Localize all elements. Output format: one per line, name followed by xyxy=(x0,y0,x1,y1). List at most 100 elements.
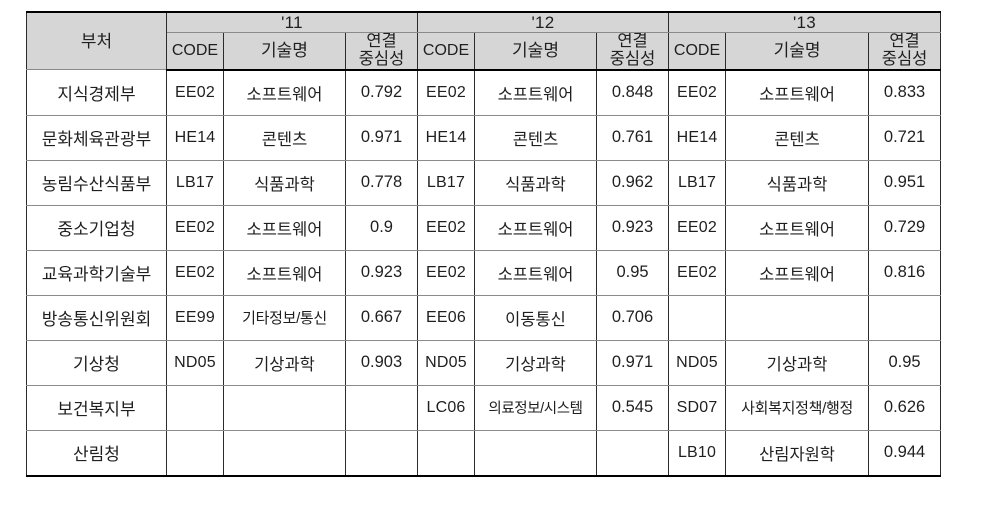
cell-code-2012: EE02 xyxy=(417,204,476,251)
ministry-technology-centrality-table: 부처 '11 '12 '13 CODE 기술명 연결 중심성 CODE 기술명 … xyxy=(26,11,942,477)
cell-department: 중소기업청 xyxy=(26,204,167,251)
cell-tech-2013: 사회복지정책/행정 xyxy=(725,384,870,431)
cell-tech-2013: 산림자원학 xyxy=(725,429,870,477)
cell-code-2013: EE02 xyxy=(668,69,727,116)
table-row: 보건복지부 LC06 의료정보/시스템 0.545 SD07 사회복지정책/행정… xyxy=(26,384,942,431)
cell-code-2013: ND05 xyxy=(668,339,727,386)
cell-centrality-2013: 0.816 xyxy=(868,249,942,296)
table-row: 방송통신위원회 EE99 기타정보/통신 0.667 EE06 이동통신 0.7… xyxy=(26,294,942,341)
cell-department: 농림수산식품부 xyxy=(26,159,167,206)
cell-department: 지식경제부 xyxy=(26,69,167,116)
cell-centrality-2011: 0.923 xyxy=(344,249,419,296)
cell-centrality-2012: 0.761 xyxy=(596,114,670,161)
header-year-2013: '13 xyxy=(668,11,942,34)
cell-department: 기상청 xyxy=(26,339,167,386)
cell-tech-2011: 콘텐츠 xyxy=(223,114,346,161)
header-centrality-line1-2013: 연결 xyxy=(889,32,920,51)
cell-tech-2011: 기타정보/통신 xyxy=(223,294,346,341)
cell-code-2013: EE02 xyxy=(668,249,727,296)
table-row: 지식경제부 EE02 소프트웨어 0.792 EE02 소프트웨어 0.848 … xyxy=(26,69,942,116)
header-row-years: 부처 '11 '12 '13 xyxy=(26,11,942,71)
table-body: 지식경제부 EE02 소프트웨어 0.792 EE02 소프트웨어 0.848 … xyxy=(26,69,942,477)
cell-code-2011 xyxy=(166,384,224,431)
cell-tech-2013: 콘텐츠 xyxy=(725,114,870,161)
cell-tech-2011: 소프트웨어 xyxy=(223,69,346,116)
cell-code-2012: EE02 xyxy=(417,69,476,116)
header-centrality-2013: 연결 중심성 xyxy=(868,32,942,71)
cell-centrality-2013: 0.95 xyxy=(868,339,942,386)
cell-centrality-2013: 0.729 xyxy=(868,204,942,251)
cell-centrality-2012: 0.971 xyxy=(596,339,670,386)
cell-code-2013: LB10 xyxy=(668,429,727,477)
cell-tech-2012: 기상과학 xyxy=(474,339,598,386)
cell-tech-2011 xyxy=(223,384,346,431)
header-centrality-line1-2012: 연결 xyxy=(617,32,648,51)
cell-tech-2013: 소프트웨어 xyxy=(725,204,870,251)
table-row: 기상청 ND05 기상과학 0.903 ND05 기상과학 0.971 ND05… xyxy=(26,339,942,386)
cell-centrality-2011 xyxy=(344,384,419,431)
cell-tech-2013: 소프트웨어 xyxy=(725,249,870,296)
cell-tech-2013: 식품과학 xyxy=(725,159,870,206)
cell-code-2011: LB17 xyxy=(166,159,224,206)
cell-code-2012: HE14 xyxy=(417,114,476,161)
header-centrality-2011: 연결 중심성 xyxy=(344,32,419,71)
cell-centrality-2011: 0.667 xyxy=(344,294,419,341)
cell-department: 교육과학기술부 xyxy=(26,249,167,296)
cell-tech-2013: 기상과학 xyxy=(725,339,870,386)
cell-centrality-2011: 0.9 xyxy=(344,204,419,251)
cell-centrality-2012: 0.545 xyxy=(596,384,670,431)
header-year-2011: '11 xyxy=(165,11,419,34)
cell-centrality-2011: 0.778 xyxy=(344,159,419,206)
cell-code-2011: EE02 xyxy=(166,204,224,251)
cell-centrality-2012: 0.962 xyxy=(596,159,670,206)
cell-centrality-2012: 0.95 xyxy=(596,249,670,296)
cell-tech-2013: 소프트웨어 xyxy=(725,69,870,116)
cell-centrality-2012: 0.848 xyxy=(596,69,670,116)
cell-code-2011: EE02 xyxy=(166,249,224,296)
cell-code-2012: EE02 xyxy=(417,249,476,296)
cell-code-2013: SD07 xyxy=(668,384,727,431)
cell-tech-2012 xyxy=(474,429,598,477)
cell-centrality-2012: 0.923 xyxy=(596,204,670,251)
header-centrality-2012: 연결 중심성 xyxy=(596,32,670,71)
cell-code-2011 xyxy=(166,429,224,477)
cell-centrality-2011: 0.971 xyxy=(344,114,419,161)
cell-tech-2011: 소프트웨어 xyxy=(223,204,346,251)
header-code-2012: CODE xyxy=(417,32,476,71)
cell-tech-2012: 식품과학 xyxy=(474,159,598,206)
cell-centrality-2013: 0.833 xyxy=(868,69,942,116)
cell-tech-2013 xyxy=(725,294,870,341)
cell-tech-2011: 소프트웨어 xyxy=(223,249,346,296)
cell-code-2013 xyxy=(668,294,727,341)
cell-department: 방송통신위원회 xyxy=(26,294,167,341)
cell-code-2013: HE14 xyxy=(668,114,727,161)
cell-department: 산림청 xyxy=(26,429,167,477)
cell-code-2012: LB17 xyxy=(417,159,476,206)
cell-centrality-2013: 0.626 xyxy=(868,384,942,431)
table-header: 부처 '11 '12 '13 CODE 기술명 연결 중심성 CODE 기술명 … xyxy=(26,11,942,71)
header-tech-2011: 기술명 xyxy=(223,32,346,71)
cell-tech-2011 xyxy=(223,429,346,477)
header-centrality-line2-2011: 중심성 xyxy=(358,49,405,68)
cell-code-2012: LC06 xyxy=(417,384,476,431)
cell-code-2011: ND05 xyxy=(166,339,224,386)
cell-code-2011: HE14 xyxy=(166,114,224,161)
header-centrality-line2-2012: 중심성 xyxy=(609,49,656,68)
header-department: 부처 xyxy=(26,11,167,71)
header-year-2012: '12 xyxy=(417,11,670,34)
cell-code-2013: EE02 xyxy=(668,204,727,251)
cell-tech-2012: 소프트웨어 xyxy=(474,249,598,296)
header-code-2013: CODE xyxy=(668,32,727,71)
cell-code-2011: EE02 xyxy=(166,69,224,116)
cell-centrality-2012 xyxy=(596,429,670,477)
table-row: 산림청 LB10 산림자원학 0.944 xyxy=(26,429,942,477)
cell-centrality-2011: 0.903 xyxy=(344,339,419,386)
cell-centrality-2011: 0.792 xyxy=(344,69,419,116)
cell-department: 문화체육관광부 xyxy=(26,114,167,161)
cell-code-2011: EE99 xyxy=(166,294,224,341)
header-centrality-line1-2011: 연결 xyxy=(366,32,397,51)
table-row: 농림수산식품부 LB17 식품과학 0.778 LB17 식품과학 0.962 … xyxy=(26,159,942,206)
cell-department: 보건복지부 xyxy=(26,384,167,431)
cell-centrality-2012: 0.706 xyxy=(596,294,670,341)
cell-centrality-2011 xyxy=(344,429,419,477)
